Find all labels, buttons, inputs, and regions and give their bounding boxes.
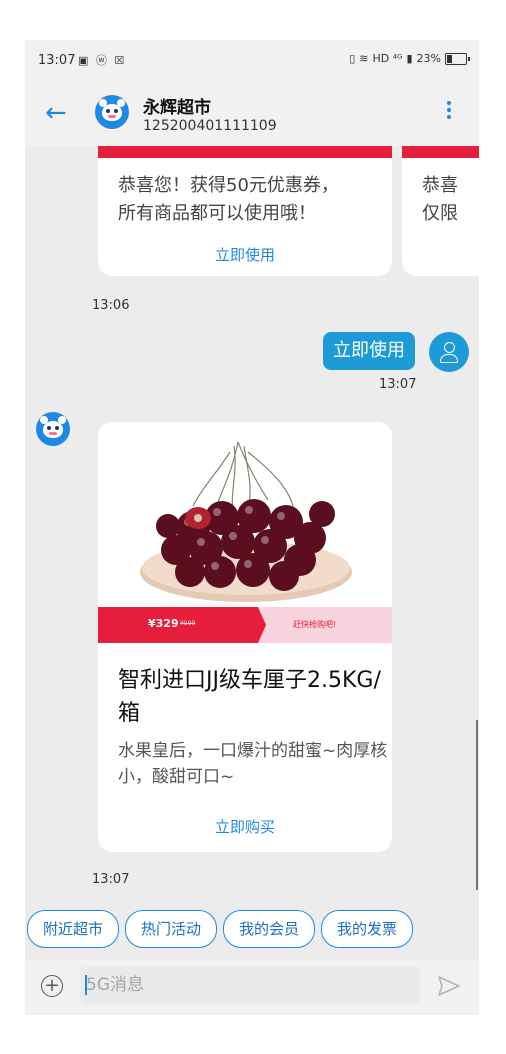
status-time: 13:07 <box>38 53 76 68</box>
cherry-bowl-illustration <box>140 441 352 602</box>
buy-now-link[interactable]: 立即购买 <box>98 816 392 837</box>
coupon-top-bar <box>98 146 392 158</box>
merchant-avatar[interactable] <box>95 95 129 129</box>
coupon-text-line2: 仅限 <box>422 203 458 224</box>
network-indicator: HD ⁴ᴳ <box>372 52 403 65</box>
phone-screen: 13:07 ▣ ⓦ ☒ ▯ ≋ HD ⁴ᴳ ▮ 23% ← 永辉超市 12520… <box>25 40 479 1015</box>
mascot-icon <box>36 412 70 446</box>
message-timestamp: 13:06 <box>92 298 130 313</box>
battery-percent: 23% <box>416 52 441 65</box>
coupon-card-next[interactable]: 恭喜 仅限 <box>402 146 479 276</box>
merchant-number: 125200401111109 <box>143 118 277 134</box>
signal-icon: ▮ <box>406 52 413 65</box>
message-timestamp: 13:07 <box>92 872 130 887</box>
merchant-avatar[interactable] <box>36 412 70 446</box>
status-bar: 13:07 ▣ ⓦ ☒ ▯ ≋ HD ⁴ᴳ ▮ 23% <box>25 40 479 80</box>
vibrate-icon: ▯ <box>349 52 356 65</box>
message-input-bar: + <box>25 960 479 1015</box>
chat-header: ← 永辉超市 125200401111109 <box>25 80 479 146</box>
text-cursor <box>85 975 87 995</box>
merchant-name: 永辉超市 <box>143 98 211 118</box>
current-price: ¥329 <box>148 617 179 630</box>
message-timestamp: 13:07 <box>379 377 417 392</box>
coupon-text: 恭喜 仅限 <box>422 172 458 228</box>
coupon-text: 恭喜您！获得50元优惠券， 所有商品都可以使用哦！ <box>118 172 339 228</box>
message-input[interactable] <box>80 966 420 1004</box>
quick-reply-my-membership[interactable]: 我的会员 <box>223 910 316 948</box>
wifi-icon: ≋ <box>359 52 369 65</box>
mascot-icon <box>95 95 129 129</box>
send-icon[interactable] <box>437 975 461 997</box>
coupon-text-line1: 恭喜 <box>422 175 458 196</box>
quick-reply-hot-events[interactable]: 热门活动 <box>125 910 218 948</box>
quick-reply-my-invoice[interactable]: 我的发票 <box>321 910 414 948</box>
outgoing-message-bubble[interactable]: 立即使用 <box>323 332 415 370</box>
coupon-card[interactable]: 恭喜您！获得50元优惠券， 所有商品都可以使用哦！ 立即使用 <box>98 146 392 276</box>
coupon-text-line1: 恭喜您！获得50元优惠券， <box>118 175 339 196</box>
price-cta-text: 赶快抢购吧! <box>293 620 337 629</box>
more-menu-icon[interactable] <box>447 98 453 122</box>
product-image <box>98 422 392 607</box>
add-attachment-icon[interactable]: + <box>41 975 63 997</box>
product-description: 水果皇后，一口爆汁的甜蜜~肉厚核小，酸甜可口~ <box>118 741 388 787</box>
back-arrow-icon[interactable]: ← <box>45 98 67 128</box>
coupon-top-bar <box>402 146 479 158</box>
user-avatar-icon <box>429 332 469 372</box>
coupon-text-line2: 所有商品都可以使用哦！ <box>118 203 316 224</box>
notification-icons: ▣ ⓦ ☒ <box>78 54 127 67</box>
original-price: ¥599 <box>180 620 196 627</box>
product-title: 智利进口JJ级车厘子2.5KG/箱 <box>118 668 381 726</box>
quick-reply-bar: 附近超市 热门活动 我的会员 我的发票 <box>25 910 479 960</box>
battery-icon <box>445 52 470 65</box>
quick-reply-nearby-store[interactable]: 附近超市 <box>27 910 120 948</box>
product-card[interactable]: ¥329 ¥599 赶快抢购吧! 智利进口JJ级车厘子2.5KG/箱 水果皇后，… <box>98 422 392 852</box>
status-right: ▯ ≋ HD ⁴ᴳ ▮ 23% <box>349 52 470 65</box>
use-now-link[interactable]: 立即使用 <box>98 244 392 265</box>
scrollbar[interactable] <box>476 720 478 890</box>
price-banner: ¥329 ¥599 赶快抢购吧! <box>98 607 392 643</box>
